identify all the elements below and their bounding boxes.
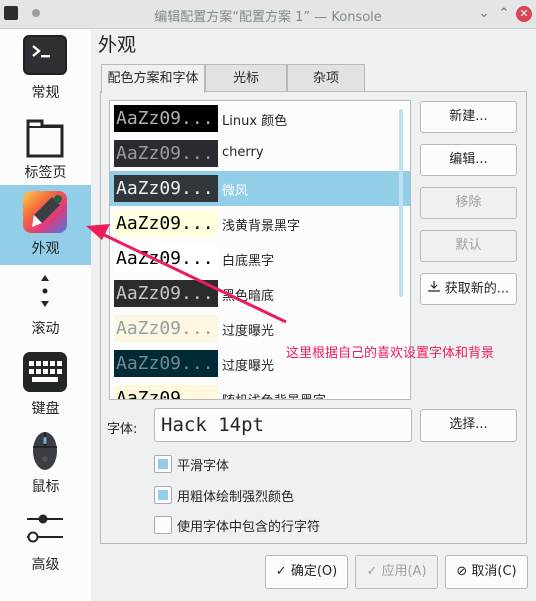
appearance-icon: [23, 191, 67, 233]
check-icon: ✓: [275, 564, 291, 579]
checkbox-label: 平滑字体: [177, 459, 230, 474]
scroll-icon: [41, 275, 49, 307]
scheme-preview: AaZz09...: [114, 210, 218, 237]
page-title: 外观: [98, 34, 137, 56]
tab-cursor[interactable]: 光标: [205, 64, 287, 92]
scheme-name: 过度曝光: [222, 359, 275, 374]
tabs-icon: [26, 119, 64, 158]
checkbox-box[interactable]: [154, 516, 172, 534]
sidebar-item-advanced[interactable]: 高级: [0, 501, 91, 581]
sidebar-item-label: 标签页: [24, 165, 67, 181]
get-new-schemes-button[interactable]: 获取新的...: [420, 273, 517, 305]
minimize-icon[interactable]: ⌄: [476, 6, 492, 22]
scheme-name: 黑色暗底: [222, 289, 275, 304]
scheme-preview: AaZz09...: [114, 280, 218, 307]
sidebar-item-label: 高级: [31, 557, 60, 573]
list-item[interactable]: AaZz09... 浅黄背景黑字: [110, 206, 410, 241]
ok-label: 确定(O): [290, 564, 338, 579]
list-item[interactable]: AaZz09... Linux 颜色: [110, 101, 410, 136]
cancel-label: 取消(C): [471, 564, 517, 579]
scheme-name: 随机浅色背景黑字: [222, 390, 326, 399]
ok-button[interactable]: ✓ 确定(O): [265, 555, 348, 589]
tab-color-scheme-and-font[interactable]: 配色方案和字体: [101, 64, 205, 93]
apply-button[interactable]: ✓ 应用(A): [355, 555, 438, 589]
annotation-text: 这里根据自己的喜欢设置字体和背景: [286, 346, 495, 361]
default-scheme-button[interactable]: 默认: [420, 230, 517, 262]
remove-scheme-button[interactable]: 移除: [420, 187, 517, 219]
list-item[interactable]: AaZz09... 微风: [110, 171, 410, 206]
scheme-name: 过度曝光: [222, 324, 275, 339]
scheme-name: cherry: [222, 145, 264, 160]
scheme-preview: AaZz09...: [114, 175, 218, 202]
sidebar-item-label: 滚动: [31, 321, 60, 337]
sidebar-item-general[interactable]: 常规: [0, 29, 91, 109]
checkbox-box[interactable]: [154, 455, 172, 473]
scheme-name: Linux 颜色: [222, 114, 288, 129]
cancel-button[interactable]: ⊘ 取消(C): [445, 555, 528, 589]
window-title: 编辑配置方案“配置方案 1” — Konsole: [154, 10, 382, 25]
choose-font-button[interactable]: 选择...: [420, 409, 517, 442]
new-scheme-button[interactable]: 新建...: [420, 101, 517, 133]
edit-scheme-button[interactable]: 编辑...: [420, 144, 517, 176]
list-item[interactable]: AaZz09... cherry: [110, 136, 410, 171]
sidebar-item-label: 常规: [31, 85, 60, 101]
sidebar-item-mouse[interactable]: 鼠标: [0, 423, 91, 503]
sidebar-item-label: 键盘: [31, 401, 60, 417]
get-new-label: 获取新的...: [444, 281, 510, 297]
list-item[interactable]: AaZz09... 过度曝光: [110, 311, 410, 346]
terminal-icon: [23, 35, 67, 75]
sidebar-item-scrolling[interactable]: 滚动: [0, 265, 91, 345]
close-icon[interactable]: ✕: [516, 6, 532, 22]
scheme-preview: AaZz09...: [114, 385, 218, 399]
scheme-name: 微风: [222, 184, 249, 199]
apply-label: 应用(A): [381, 564, 427, 579]
sidebar-item-label: 外观: [31, 241, 60, 257]
sidebar-item-appearance[interactable]: 外观: [0, 185, 91, 265]
check-icon: ✓: [366, 564, 382, 579]
sidebar-item-label: 鼠标: [31, 479, 60, 495]
tab-misc[interactable]: 杂项: [287, 64, 365, 92]
mouse-icon: [33, 432, 57, 470]
checkbox-box[interactable]: [154, 486, 172, 504]
sidebar-item-keyboard[interactable]: 键盘: [0, 345, 91, 425]
list-item[interactable]: AaZz09... 随机浅色背景黑字: [110, 381, 410, 399]
scheme-preview: AaZz09...: [114, 105, 218, 132]
scheme-name: 白底黑字: [222, 254, 275, 269]
download-icon: [428, 274, 440, 304]
scheme-preview: AaZz09...: [114, 350, 218, 377]
title-bar: 编辑配置方案“配置方案 1” — Konsole ⌄ ⌃ ✕: [0, 0, 536, 29]
sidebar-item-tabs[interactable]: 标签页: [0, 109, 91, 189]
list-item[interactable]: AaZz09... 黑色暗底: [110, 276, 410, 311]
scheme-preview: AaZz09...: [114, 140, 218, 167]
checkbox-label: 使用字体中包含的行字符: [177, 520, 321, 535]
keyboard-icon: [23, 352, 67, 392]
font-label: 字体:: [107, 422, 138, 437]
maximize-icon[interactable]: ⌃: [496, 6, 512, 22]
font-display: Hack 14pt: [154, 408, 412, 442]
list-item[interactable]: AaZz09... 白底黑字: [110, 241, 410, 276]
cancel-icon: ⊘: [456, 564, 472, 579]
scheme-name: 浅黄背景黑字: [222, 219, 301, 234]
sidebar: 常规 标签页 外观 滚动 键盘 鼠标 高级: [0, 29, 91, 601]
scheme-preview: AaZz09...: [114, 315, 218, 342]
scrollbar-thumb[interactable]: [399, 109, 403, 297]
scheme-preview: AaZz09...: [114, 245, 218, 272]
sliders-icon: [27, 514, 63, 543]
checkbox-label: 用粗体绘制强烈颜色: [177, 490, 295, 505]
